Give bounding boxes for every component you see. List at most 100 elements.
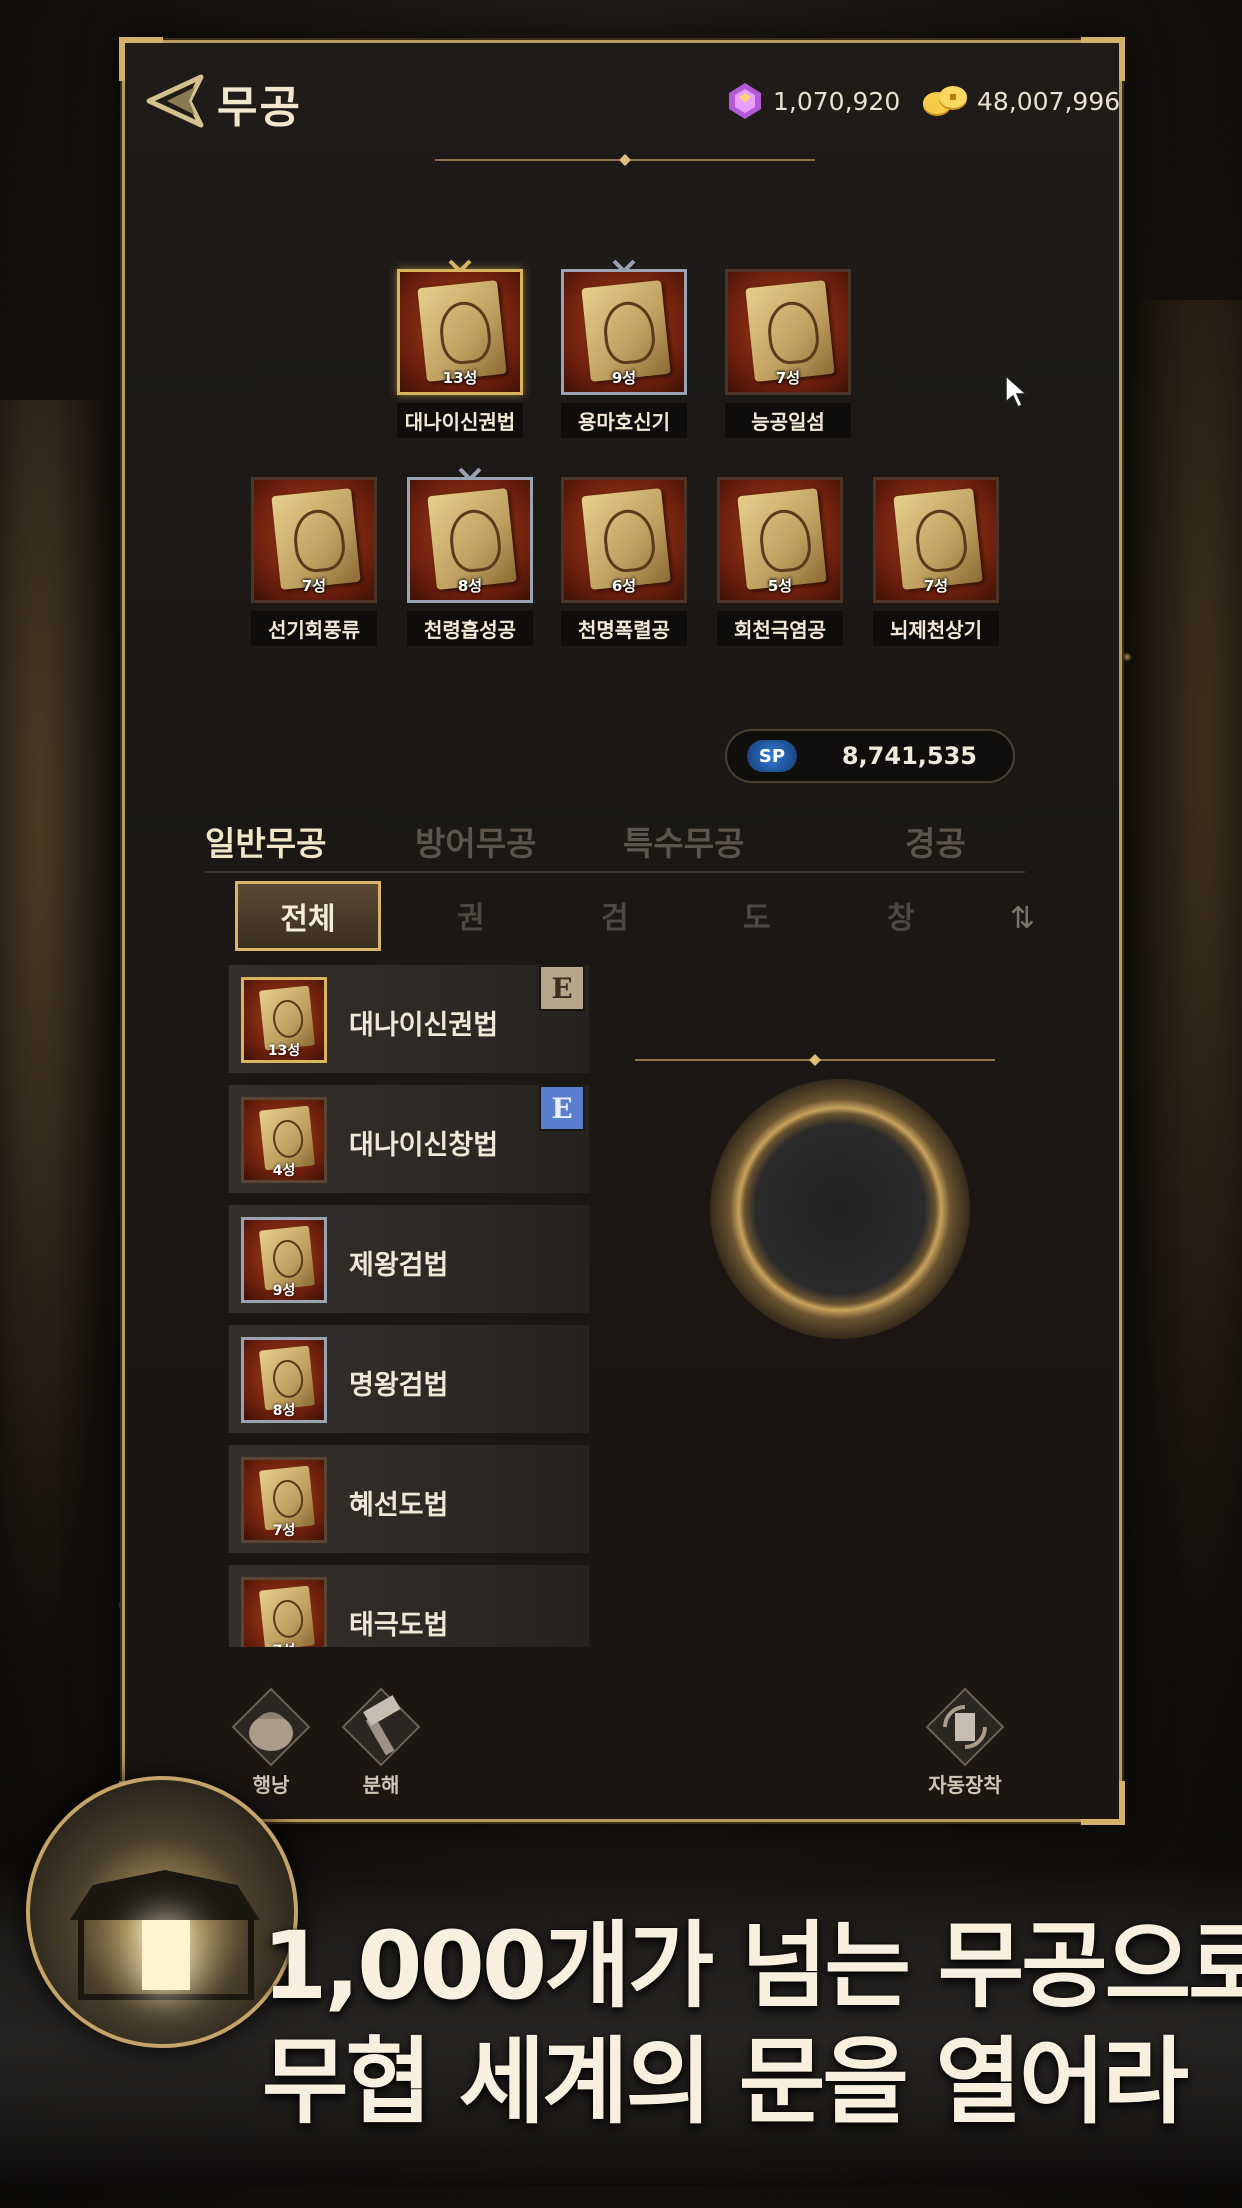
skill-orb-empty <box>710 1079 970 1339</box>
ember-sparkle <box>1122 652 1132 662</box>
skill-name: 선기회풍류 <box>251 611 377 646</box>
martial-arts-panel: 무공 1,070,920 48,007,996 13성 대나이신권법 9성 용마… <box>119 37 1125 1825</box>
equipped-badge: E <box>539 965 585 1011</box>
skill-book-icon: 9성 <box>561 269 687 395</box>
skill-book-icon: 8성 <box>407 477 533 603</box>
skill-name: 천령흡성공 <box>407 611 533 646</box>
equipped-slot[interactable]: 13성 대나이신권법 <box>397 259 523 438</box>
divider-ornament <box>435 154 815 166</box>
skill-level: 9성 <box>611 369 637 387</box>
auto-equip-label: 자동장착 <box>928 1773 1002 1797</box>
skill-level: 7성 <box>301 577 327 595</box>
divider-ornament <box>635 1054 995 1066</box>
skill-name: 대나이신권법 <box>349 1010 499 1041</box>
auto-equip-button[interactable]: 자동장착 <box>905 1685 1025 1798</box>
skill-book-icon: 8성 <box>241 1337 327 1423</box>
list-item[interactable]: 4성 대나이신창법 E <box>229 1085 589 1193</box>
tab-general[interactable]: 일반무공 <box>205 817 326 865</box>
bag-button[interactable]: 행낭 <box>221 1685 321 1798</box>
promo-headline-line2: 무협 세계의 문을 열어라 <box>262 2028 1189 2137</box>
equipped-slot[interactable]: 8성 천령흡성공 <box>407 467 533 646</box>
skill-list[interactable]: 13성 대나이신권법 E 4성 대나이신창법 E 9성 제왕검법 8성 명왕검법… <box>229 965 589 1647</box>
skill-level: 7성 <box>775 369 801 387</box>
skill-name: 대나이신창법 <box>349 1130 499 1161</box>
skill-level: 8성 <box>272 1403 296 1419</box>
list-item[interactable]: 9성 제왕검법 <box>229 1205 589 1313</box>
gold-currency[interactable]: 48,007,996 <box>921 81 1120 121</box>
skill-book-icon: 4성 <box>241 1097 327 1183</box>
weapon-filter-tabs: 전체 권 검 도 창 ⇅ <box>235 875 1055 955</box>
gem-icon <box>729 83 761 119</box>
skill-level: 7성 <box>244 1640 324 1647</box>
gem-amount: 1,070,920 <box>773 86 901 116</box>
sp-display: SP 8,741,535 <box>725 729 1015 783</box>
filter-blade[interactable]: 도 <box>743 893 771 937</box>
list-item[interactable]: 7성 혜선도법 <box>229 1445 589 1553</box>
tab-lightfoot[interactable]: 경공 <box>905 817 966 865</box>
skill-book-icon: 13성 <box>397 269 523 395</box>
filter-sword[interactable]: 검 <box>601 893 629 937</box>
temple-gate-emblem <box>26 1776 298 2048</box>
tab-special[interactable]: 특수무공 <box>623 817 744 865</box>
filter-spear[interactable]: 창 <box>887 893 915 937</box>
skill-book-icon: 5성 <box>717 477 843 603</box>
skill-book-icon: 6성 <box>561 477 687 603</box>
gold-amount: 48,007,996 <box>977 86 1121 116</box>
skill-name: 용마호신기 <box>561 403 687 438</box>
mouse-cursor-icon <box>1005 374 1028 409</box>
gem-currency[interactable]: 1,070,920 <box>725 81 900 121</box>
skill-book-icon: 7성 <box>873 477 999 603</box>
equipped-slot[interactable]: 7성 뇌제천상기 <box>873 477 999 646</box>
skill-name: 제왕검법 <box>349 1250 449 1281</box>
list-item[interactable]: 7성 태극도법 <box>229 1565 589 1647</box>
equipped-slot[interactable]: 7성 능공일섬 <box>725 269 851 438</box>
dismantle-button[interactable]: 분해 <box>331 1685 431 1798</box>
frame-corner <box>1081 37 1125 81</box>
hammer-icon <box>341 1687 421 1767</box>
sort-icon[interactable]: ⇅ <box>1010 901 1035 936</box>
skill-name: 태극도법 <box>349 1610 449 1641</box>
skill-name: 대나이신권법 <box>397 403 523 438</box>
skill-level: 7성 <box>923 577 949 595</box>
skill-level: 8성 <box>457 577 483 595</box>
equipped-slot[interactable]: 7성 선기회풍류 <box>251 477 377 646</box>
skill-book-icon: 9성 <box>241 1217 327 1303</box>
sp-value: 8,741,535 <box>841 742 977 770</box>
dismantle-label: 분해 <box>362 1773 400 1797</box>
skill-book-icon: 7성 <box>251 477 377 603</box>
page-title: 무공 <box>217 82 302 133</box>
skill-level: 9성 <box>272 1283 296 1299</box>
skill-book-icon: 13성 <box>241 977 327 1063</box>
equipped-slot[interactable]: 6성 천명폭렬공 <box>561 477 687 646</box>
skill-name: 명왕검법 <box>349 1370 449 1401</box>
equipped-slot[interactable]: 5성 회천극염공 <box>717 477 843 646</box>
skill-book-icon: 7성 <box>725 269 851 395</box>
skill-level: 7성 <box>272 1523 296 1539</box>
skill-level: 4성 <box>272 1163 296 1179</box>
bag-label: 행낭 <box>252 1773 290 1797</box>
skill-level: 5성 <box>767 577 793 595</box>
skill-book-icon: 7성 <box>241 1457 327 1543</box>
skill-name: 뇌제천상기 <box>873 611 999 646</box>
skill-name: 능공일섬 <box>725 403 851 438</box>
skill-name: 천명폭렬공 <box>561 611 687 646</box>
list-item[interactable]: 8성 명왕검법 <box>229 1325 589 1433</box>
skill-book-icon: 7성 <box>241 1577 327 1647</box>
auto-equip-icon <box>925 1687 1005 1767</box>
sp-icon: SP <box>747 740 797 772</box>
list-item[interactable]: 13성 대나이신권법 E <box>229 965 589 1073</box>
tab-defense[interactable]: 방어무공 <box>415 817 536 865</box>
skill-name: 혜선도법 <box>349 1490 449 1521</box>
background-glow-right <box>1112 300 1242 1800</box>
filter-all[interactable]: 전체 <box>235 881 381 951</box>
equipped-slot[interactable]: 9성 용마호신기 <box>561 259 687 438</box>
skill-level: 13성 <box>267 1043 301 1059</box>
back-arrow-icon <box>146 74 204 128</box>
skill-level: 13성 <box>442 369 478 387</box>
skill-name: 회천극염공 <box>717 611 843 646</box>
filter-fist[interactable]: 권 <box>457 893 485 937</box>
back-button[interactable] <box>145 71 215 131</box>
equipped-badge: E <box>539 1085 585 1131</box>
category-tabs: 일반무공 방어무공 특수무공 경공 <box>205 813 1025 873</box>
skill-level: 6성 <box>611 577 637 595</box>
